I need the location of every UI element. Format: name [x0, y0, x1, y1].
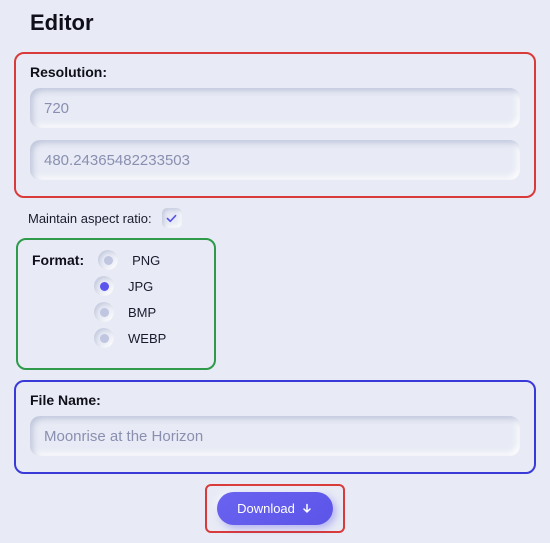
- resolution-height-input[interactable]: [30, 140, 520, 180]
- format-group: Format: PNG JPG BMP WEBP: [16, 238, 216, 370]
- aspect-ratio-row: Maintain aspect ratio:: [28, 208, 536, 228]
- download-button[interactable]: Download: [217, 492, 333, 525]
- check-icon: [165, 212, 178, 225]
- page-title: Editor: [30, 10, 536, 36]
- resolution-group: Resolution:: [14, 52, 536, 198]
- format-option-bmp: BMP: [128, 305, 156, 320]
- format-option-png: PNG: [132, 253, 160, 268]
- format-radio-bmp[interactable]: [94, 302, 114, 322]
- filename-input[interactable]: [30, 416, 520, 456]
- download-button-label: Download: [237, 501, 295, 516]
- editor-panel: Editor Resolution: Maintain aspect ratio…: [0, 0, 550, 543]
- download-arrow-icon: [301, 503, 313, 515]
- aspect-ratio-checkbox[interactable]: [162, 208, 182, 228]
- format-option-jpg: JPG: [128, 279, 153, 294]
- resolution-label: Resolution:: [30, 64, 520, 80]
- format-label: Format:: [32, 252, 84, 268]
- aspect-ratio-label: Maintain aspect ratio:: [28, 211, 152, 226]
- format-option-webp: WEBP: [128, 331, 166, 346]
- format-radio-jpg[interactable]: [94, 276, 114, 296]
- filename-group: File Name:: [14, 380, 536, 474]
- download-highlight: Download: [205, 484, 345, 533]
- format-radio-webp[interactable]: [94, 328, 114, 348]
- format-radio-png[interactable]: [98, 250, 118, 270]
- resolution-width-input[interactable]: [30, 88, 520, 128]
- download-row: Download: [14, 484, 536, 533]
- filename-label: File Name:: [30, 392, 520, 408]
